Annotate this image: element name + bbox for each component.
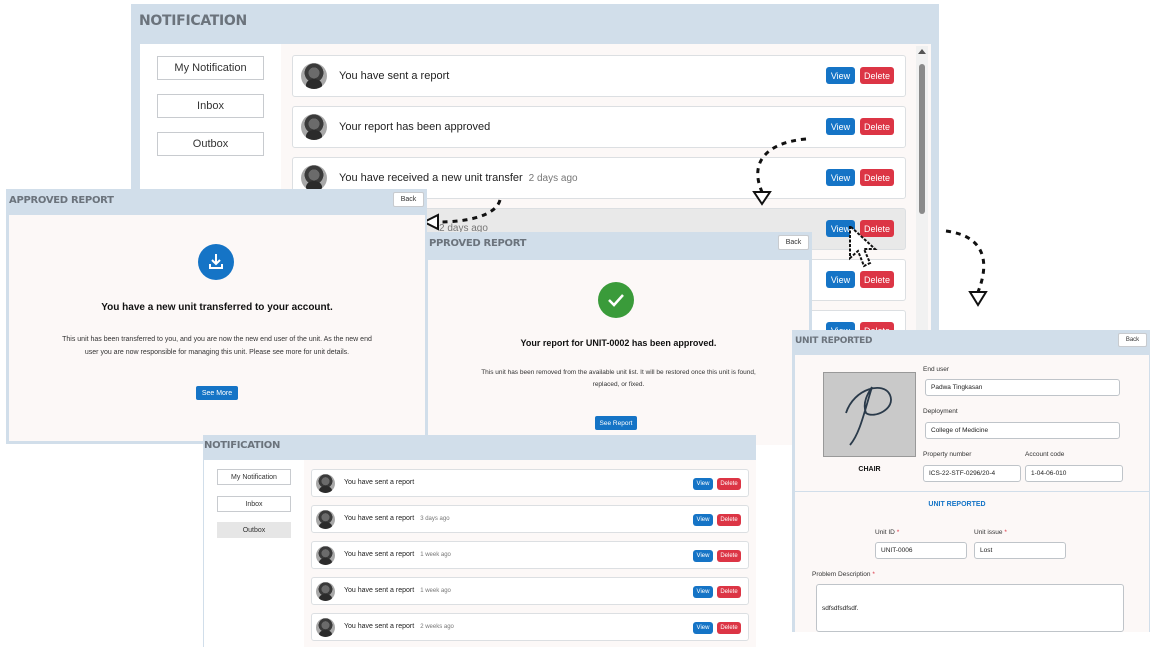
view-button[interactable]: View [693,514,713,526]
notification-text: You have sent a report [344,479,415,486]
nav-my-notification[interactable]: My Notification [217,469,291,485]
timestamp: 1 week ago [420,552,451,558]
notification-text: You have sent a report 1 week ago [344,551,451,558]
window-title: UNIT REPORTED [795,336,873,346]
avatar [316,618,335,637]
unit-issue-label: Unit issue * [974,529,1007,536]
problem-description-field[interactable]: sdfsdfsdfsdf. [816,584,1124,632]
avatar [316,510,335,529]
unit-id-field[interactable]: UNIT-0006 [875,542,967,559]
notification-row[interactable]: You have sent a report 3 days ago View De… [311,505,749,533]
avatar [316,546,335,565]
timestamp: 2 weeks ago [420,624,454,630]
download-icon [198,244,234,280]
view-button[interactable]: View [693,550,713,562]
back-button[interactable]: Back [778,235,809,250]
view-button[interactable]: View [693,478,713,490]
unit-issue-field[interactable]: Lost [974,542,1066,559]
see-report-button[interactable]: See Report [595,416,637,430]
delete-button[interactable]: Delete [717,622,741,634]
notification-text: You have sent a report 2 weeks ago [344,623,454,630]
window-title: NOTIFICATION [204,440,281,451]
check-icon [598,282,634,318]
unit-photo [823,372,916,457]
notification-row[interactable]: You have sent a report 1 week ago View De… [311,541,749,569]
avatar [316,582,335,601]
approved-body-line1: This unit has been transferred to you, a… [62,336,372,343]
arrow-curve [945,229,986,293]
delete-button[interactable]: Delete [717,514,741,526]
end-user-label: End user [923,366,950,373]
outbox-sidebar: My Notification Inbox Outbox [204,460,304,647]
notification-text: You have sent a report 1 week ago [344,587,451,594]
nav-outbox-active[interactable]: Outbox [217,522,291,538]
approved-report-body: You have a new unit transferred to your … [9,215,425,441]
outbox-list: You have sent a report View Delete You h… [304,460,756,647]
unit-id-label: Unit ID * [875,529,900,536]
approved-report-window-mid: PPROVED REPORT Back Your report for UNIT… [427,232,812,445]
cursor-icon [849,224,878,268]
deployment-label: Deployment [923,408,958,415]
notification-row[interactable]: You have sent a report 2 weeks ago View D… [311,613,749,641]
approved-body-line2: user you are now responsible for managin… [84,349,350,356]
timestamp: 1 week ago [420,588,451,594]
window-title: PPROVED REPORT [429,238,527,249]
arrow-curve [437,199,502,224]
back-button[interactable]: Back [1118,333,1147,347]
signature-icon [845,386,892,446]
approved-body-line1: This unit has been removed from the avai… [481,369,756,376]
unit-reported-form: UNIT REPORTED Unit ID * UNIT-0006 Unit i… [795,492,1149,632]
notification-row[interactable]: You have sent a report View Delete [311,469,749,497]
view-button[interactable]: View [693,586,713,598]
timestamp: 3 days ago [420,516,450,522]
unit-info-card: CHAIR End user Padwa Tingkasan Deploymen… [795,355,1149,491]
arrow-head [752,191,772,206]
unit-item-name: CHAIR [858,466,881,473]
nav-inbox[interactable]: Inbox [217,496,291,512]
see-more-button[interactable]: See More [196,386,238,400]
approved-report-window-left: APPROVED REPORT Back You have a new unit… [6,189,427,444]
unit-reported-window: UNIT REPORTED Back CHAIR End user Padwa … [792,330,1150,632]
approved-report-body: Your report for UNIT-0002 has been appro… [428,260,809,445]
property-number-field[interactable]: ICS-22-STF-0296/20-4 [923,465,1021,482]
approved-heading: Your report for UNIT-0002 has been appro… [520,338,717,348]
approved-body-line2: replaced, or fixed. [592,381,645,388]
end-user-field[interactable]: Padwa Tingkasan [925,379,1120,396]
deployment-field[interactable]: College of Medicine [925,422,1120,439]
notification-text: You have sent a report 3 days ago [344,515,450,522]
notification-row[interactable]: You have sent a report 1 week ago View De… [311,577,749,605]
section-title: UNIT REPORTED [928,501,986,508]
outbox-notification-window: NOTIFICATION My Notification Inbox Outbo… [203,435,756,647]
arrow-head [968,291,988,307]
window-title: APPROVED REPORT [9,195,114,206]
delete-button[interactable]: Delete [717,550,741,562]
approved-heading: You have a new unit transferred to your … [101,302,333,313]
property-number-label: Property number [923,451,972,458]
problem-description-label: Problem Description * [812,571,875,578]
delete-button[interactable]: Delete [717,586,741,598]
account-code-field[interactable]: 1-04-06-010 [1025,465,1123,482]
back-button[interactable]: Back [393,192,424,207]
delete-button[interactable]: Delete [717,478,741,490]
avatar [316,474,335,493]
view-button[interactable]: View [693,622,713,634]
account-code-label: Account code [1025,451,1065,458]
arrow-curve [756,137,807,193]
